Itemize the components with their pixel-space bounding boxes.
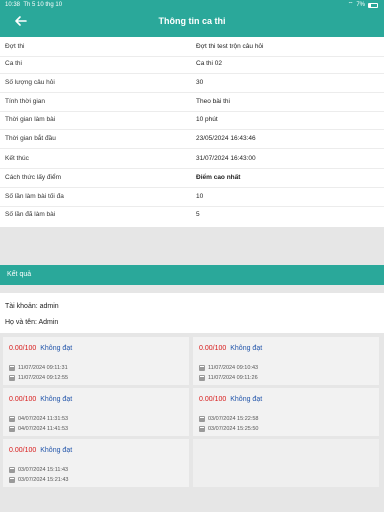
attempt-score-line: 0.00/100 Không đạt — [9, 396, 72, 403]
calendar-icon — [9, 477, 15, 483]
attempt-end: 03/07/2024 15:25:50 — [199, 426, 258, 432]
attempt-end: 11/07/2024 09:12:55 — [9, 375, 68, 381]
results-section-header: Kết quả — [0, 265, 384, 285]
info-value: Theo bài thi — [196, 98, 230, 105]
attempt-start: 11/07/2024 09:11:31 — [9, 365, 68, 371]
calendar-icon — [199, 416, 205, 422]
attempt-score: 0.00/100 — [199, 345, 227, 352]
attempt-start-text: 04/07/2024 11:31:53 — [18, 416, 69, 422]
attempt-score-line: 0.00/100 Không đạt — [9, 447, 72, 454]
info-row-end-time: Kết thúc 31/07/2024 16:43:00 — [0, 149, 384, 169]
info-label: Số lượng câu hỏi — [5, 79, 55, 86]
attempt-start: 04/07/2024 11:31:53 — [9, 416, 68, 422]
status-time: 10:38 — [5, 2, 21, 8]
account-line: Tài khoản: admin — [5, 303, 59, 310]
calendar-icon — [9, 375, 15, 381]
user-info: Tài khoản: admin Họ và tên: Admin — [0, 293, 384, 333]
attempt-card[interactable]: 0.00/100 Không đạt 03/07/2024 15:22:58 03… — [193, 388, 379, 436]
info-row-timing-mode: Tính thời gian Theo bài thi — [0, 92, 384, 112]
app-header: 10:38 Th 5 10 thg 10 ⌔ 7% Thông tin ca t… — [0, 0, 384, 37]
attempt-card[interactable]: 0.00/100 Không đạt 03/07/2024 15:11:43 03… — [3, 439, 189, 487]
attempt-start-text: 03/07/2024 15:11:43 — [18, 467, 69, 473]
section-spacer — [0, 227, 384, 265]
attempt-start: 03/07/2024 15:11:43 — [9, 467, 68, 473]
info-label: Ca thi — [5, 60, 22, 67]
info-value: 31/07/2024 16:43:00 — [196, 155, 256, 162]
status-time-date: 10:38 Th 5 10 thg 10 — [5, 0, 62, 10]
info-row-max-attempts: Số lần làm bài tối đa 10 — [0, 187, 384, 207]
attempt-status: Không đạt — [230, 396, 263, 403]
attempt-score: 0.00/100 — [199, 396, 227, 403]
page-title: Thông tin ca thi — [158, 16, 226, 26]
info-row-attempts-done: Số lần đã làm bài 5 — [0, 205, 384, 225]
attempt-card[interactable]: 0.00/100 Không đạt 04/07/2024 11:31:53 04… — [3, 388, 189, 436]
attempt-score: 0.00/100 — [9, 447, 37, 454]
calendar-icon — [9, 467, 15, 473]
info-value: 23/05/2024 16:43:46 — [196, 135, 256, 142]
info-value: Ca thi 02 — [196, 60, 223, 67]
info-row-question-count: Số lượng câu hỏi 30 — [0, 73, 384, 93]
info-row-scoring-method: Cách thức lấy điểm Điểm cao nhất — [0, 168, 384, 188]
full-name-line: Họ và tên: Admin — [5, 319, 59, 326]
calendar-icon — [9, 365, 15, 371]
exam-info-panel: Đợt thi Đợt thi test trộn câu hỏi Ca thi… — [0, 37, 384, 227]
calendar-icon — [9, 426, 15, 432]
battery-percent: 7% — [356, 2, 365, 8]
attempt-end-text: 11/07/2024 09:12:55 — [18, 375, 69, 381]
calendar-icon — [199, 426, 205, 432]
attempt-end: 03/07/2024 15:21:43 — [9, 477, 68, 483]
info-value: 30 — [196, 79, 204, 86]
info-value: Điểm cao nhất — [196, 174, 241, 181]
info-label: Thời gian bắt đầu — [5, 135, 56, 142]
attempt-score: 0.00/100 — [9, 345, 37, 352]
attempt-end-text: 04/07/2024 11:41:53 — [18, 426, 69, 432]
attempt-status: Không đạt — [230, 345, 263, 352]
info-row-start-time: Thời gian bắt đầu 23/05/2024 16:43:46 — [0, 129, 384, 149]
status-date: Th 5 10 thg 10 — [23, 2, 63, 8]
info-label: Cách thức lấy điểm — [5, 174, 62, 181]
info-label: Thời gian làm bài — [5, 116, 56, 123]
attempt-score-line: 0.00/100 Không đạt — [199, 396, 262, 403]
info-value: 10 — [196, 193, 204, 200]
status-indicators: ⌔ 7% — [348, 0, 378, 10]
info-label: Số lần làm bài tối đa — [5, 193, 64, 200]
info-label: Số lần đã làm bài — [5, 211, 56, 218]
battery-icon — [368, 2, 378, 8]
attempt-end: 11/07/2024 09:11:26 — [199, 375, 258, 381]
info-row-exam-shift: Ca thi Ca thi 02 — [0, 54, 384, 74]
empty-card-slot — [193, 439, 379, 487]
calendar-icon — [199, 375, 205, 381]
calendar-icon — [9, 416, 15, 422]
attempt-end-text: 03/07/2024 15:21:43 — [18, 477, 69, 483]
attempt-status: Không đạt — [40, 396, 73, 403]
attempt-end-text: 11/07/2024 09:11:26 — [208, 375, 258, 381]
attempt-status: Không đạt — [40, 447, 73, 454]
attempt-score-line: 0.00/100 Không đạt — [199, 345, 262, 352]
info-value: 10 phút — [196, 116, 218, 123]
attempt-start-text: 11/07/2024 09:10:43 — [208, 365, 259, 371]
attempt-start-text: 03/07/2024 15:22:58 — [208, 416, 259, 422]
attempt-start-text: 11/07/2024 09:11:31 — [18, 365, 68, 371]
attempt-card[interactable]: 0.00/100 Không đạt 11/07/2024 09:11:31 11… — [3, 337, 189, 385]
attempt-card[interactable]: 0.00/100 Không đạt 11/07/2024 09:10:43 11… — [193, 337, 379, 385]
attempt-end: 04/07/2024 11:41:53 — [9, 426, 68, 432]
attempt-start: 03/07/2024 15:22:58 — [199, 416, 258, 422]
attempt-status: Không đạt — [40, 345, 73, 352]
attempt-start: 11/07/2024 09:10:43 — [199, 365, 258, 371]
info-row-duration: Thời gian làm bài 10 phút — [0, 110, 384, 130]
attempt-end-text: 03/07/2024 15:25:50 — [208, 426, 259, 432]
info-label: Tính thời gian — [5, 98, 46, 105]
attempt-score-line: 0.00/100 Không đạt — [9, 345, 72, 352]
wifi-icon: ⌔ — [347, 2, 354, 8]
info-value: 5 — [196, 211, 200, 218]
calendar-icon — [199, 365, 205, 371]
status-bar: 10:38 Th 5 10 thg 10 ⌔ 7% — [0, 0, 384, 10]
info-label: Kết thúc — [5, 155, 29, 162]
attempt-score: 0.00/100 — [9, 396, 37, 403]
